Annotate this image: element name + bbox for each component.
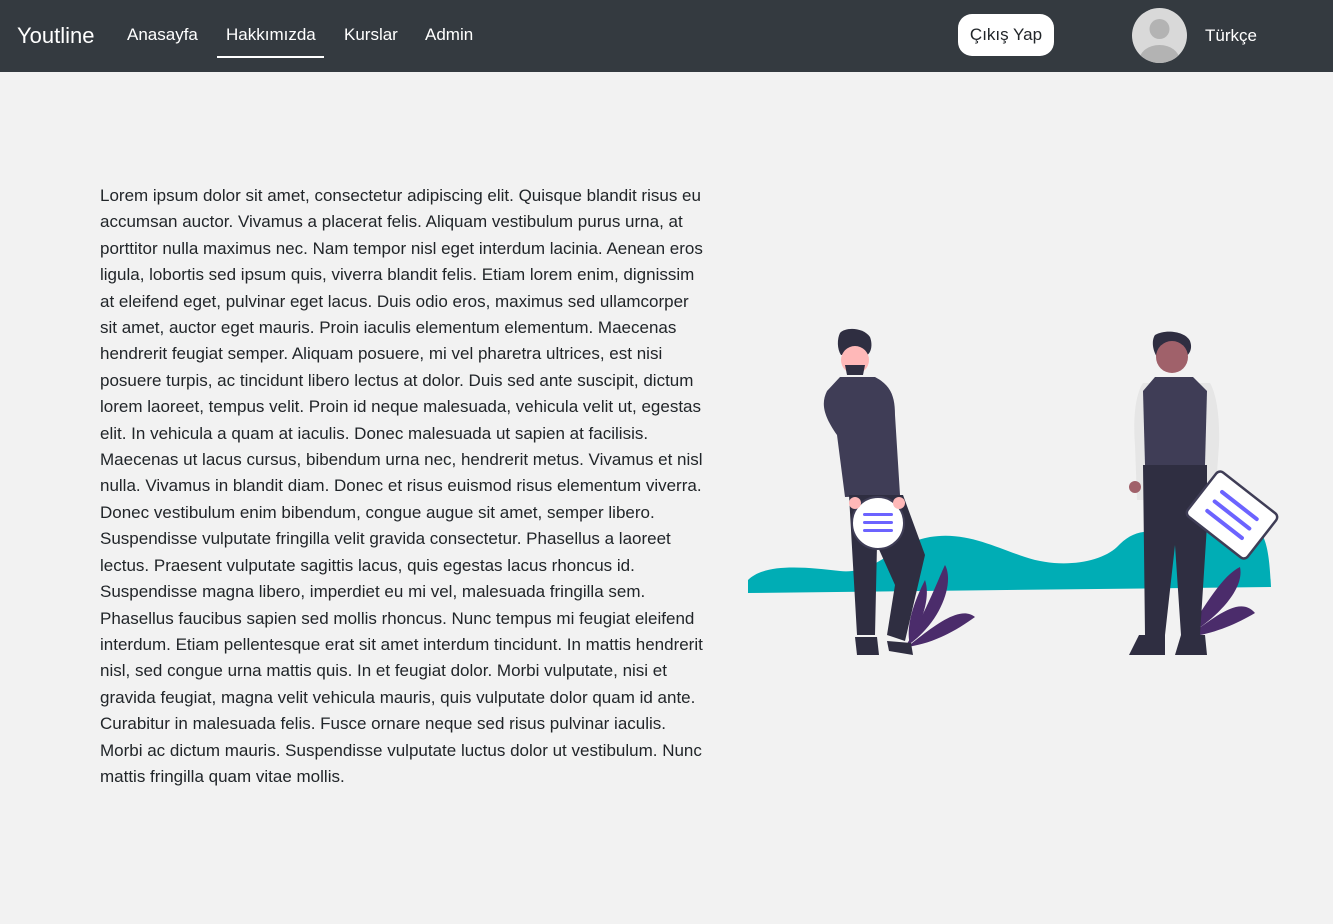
person-right	[1129, 331, 1279, 655]
about-paragraph: Lorem ipsum dolor sit amet, consectetur …	[100, 186, 703, 786]
navbar: Youtline Anasayfa Hakkımızda Kurslar Adm…	[0, 0, 1333, 72]
user-avatar-icon[interactable]	[1132, 8, 1187, 63]
brand-logo[interactable]: Youtline	[17, 22, 94, 50]
team-illustration	[748, 328, 1279, 655]
nav-link-admin[interactable]: Admin	[425, 24, 473, 46]
logout-button[interactable]: Çıkış Yap	[958, 14, 1054, 56]
language-selector[interactable]: Türkçe	[1205, 25, 1257, 47]
nav-link-home[interactable]: Anasayfa	[127, 24, 198, 46]
avatar-silhouette	[1139, 19, 1180, 63]
person-left	[823, 328, 925, 655]
nav-link-about[interactable]: Hakkımızda	[217, 24, 324, 58]
nav-link-courses[interactable]: Kurslar	[344, 24, 398, 46]
